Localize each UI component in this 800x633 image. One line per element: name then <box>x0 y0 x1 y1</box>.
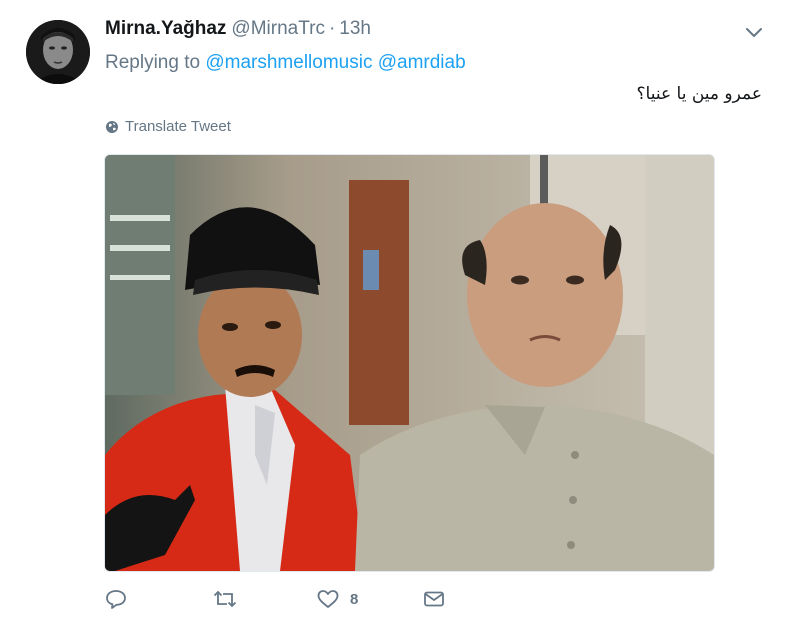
mention-link[interactable]: @marshmellomusic <box>205 52 372 73</box>
globe-icon <box>106 120 118 133</box>
mention-link[interactable]: @amrdiab <box>378 52 466 73</box>
retweet-action[interactable] <box>212 588 248 610</box>
reply-action[interactable] <box>104 588 138 610</box>
replying-to-label: Replying to <box>105 52 201 73</box>
tweet-photo[interactable] <box>104 154 715 572</box>
photo-two-men <box>105 155 714 571</box>
user-handle[interactable]: @MirnaTrc <box>231 18 325 39</box>
separator-dot: · <box>328 18 336 39</box>
message-icon <box>424 591 444 607</box>
timestamp[interactable]: 13h <box>339 18 371 39</box>
tweet: Mirna.Yağhaz @MirnaTrc · 13h Replying to @m… <box>0 0 800 633</box>
display-name[interactable]: Mirna.Yağhaz <box>105 18 226 39</box>
like-count: 8 <box>350 590 359 608</box>
like-action[interactable]: 8 <box>316 588 358 610</box>
replying-to: Replying to @marshmellomusic @amrdiab <box>105 52 466 74</box>
retweet-icon <box>213 590 237 608</box>
reply-icon <box>106 590 126 609</box>
avatar[interactable] <box>26 20 90 84</box>
tweet-header: Mirna.Yağhaz @MirnaTrc · 13h <box>105 18 371 40</box>
tweet-text: عمرو مين يا عنيا؟ <box>636 84 762 104</box>
like-icon <box>317 590 339 608</box>
avatar-image <box>26 20 90 84</box>
translate-label: Translate Tweet <box>125 118 231 135</box>
translate-tweet-link[interactable]: Translate Tweet <box>105 118 231 135</box>
direct-message-action[interactable] <box>422 588 446 610</box>
chevron-down-icon[interactable] <box>742 22 766 42</box>
